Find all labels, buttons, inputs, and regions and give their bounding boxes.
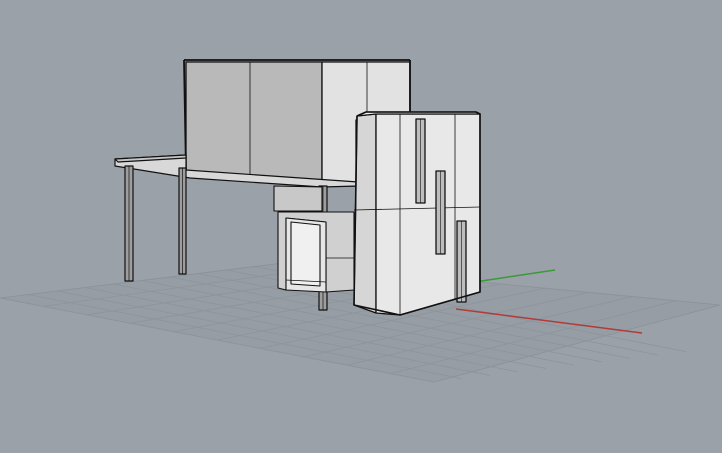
upper-box-front-face	[185, 61, 323, 187]
perspective-viewport[interactable]	[0, 0, 722, 453]
y-axis-line	[467, 269, 556, 284]
viewport-canvas[interactable]	[0, 0, 722, 453]
tall-block[interactable]	[353, 111, 481, 316]
small-cabinet-back	[273, 185, 323, 212]
small-cabinet[interactable]	[273, 185, 355, 293]
